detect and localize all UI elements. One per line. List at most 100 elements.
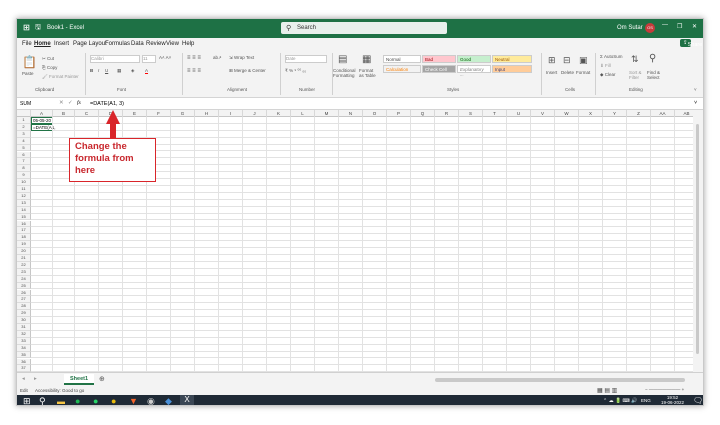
style-check-cell[interactable]: Check Cell — [422, 65, 456, 73]
accessibility-status[interactable]: Accessibility: Good to go — [35, 388, 84, 393]
format-table-button[interactable]: Format as Table — [359, 68, 379, 78]
format-painter-button[interactable]: 🖌 Format Painter — [42, 74, 79, 80]
row-header[interactable]: 32 — [17, 330, 31, 338]
delete-cells-icon[interactable]: ⊟ — [563, 55, 571, 66]
tab-review[interactable]: Review — [146, 41, 166, 47]
column-header[interactable]: I — [219, 110, 243, 117]
search-box[interactable]: ⚲ Search — [281, 22, 447, 34]
format-cells-button[interactable]: Format — [576, 70, 590, 75]
tab-home[interactable]: Home — [34, 41, 51, 47]
row-header[interactable]: 30 — [17, 317, 31, 324]
row-header[interactable]: 2 — [17, 123, 31, 131]
column-header[interactable]: X — [579, 110, 603, 117]
align-top-icon[interactable]: ≡ ≡ ≡ — [187, 55, 201, 61]
cut-button[interactable]: ✂ Cut — [42, 56, 54, 62]
orientation-icon[interactable]: ab↗ — [213, 55, 222, 61]
save-icon[interactable]: 🖫 — [35, 23, 41, 34]
paste-icon[interactable]: 📋 — [22, 55, 37, 69]
column-header[interactable]: E — [123, 110, 147, 117]
find-select-button[interactable]: Find & Select — [647, 70, 663, 80]
paste-button[interactable]: Paste — [22, 71, 34, 76]
style-calculation[interactable]: Calculation — [383, 65, 421, 73]
format-table-icon[interactable]: ▦ — [362, 54, 371, 65]
cell-a1[interactable]: 05-05-20 — [31, 117, 53, 124]
view-buttons-icon[interactable]: ▦ ▤ ▥ — [597, 387, 617, 394]
clear-button[interactable]: ◆ Clear — [600, 72, 615, 78]
font-size-select[interactable]: 11 — [142, 55, 156, 63]
row-header[interactable]: 7 — [17, 158, 31, 166]
close-icon[interactable]: ✕ — [692, 23, 697, 30]
row-header[interactable]: 8 — [17, 165, 31, 173]
fill-button[interactable]: ⬇ Fill — [600, 63, 611, 69]
column-header[interactable]: H — [195, 110, 219, 117]
row-header[interactable]: 10 — [17, 179, 31, 186]
tab-data[interactable]: Data — [131, 41, 144, 47]
scroll-thumb[interactable] — [696, 124, 699, 354]
row-header[interactable]: 37 — [17, 365, 31, 372]
column-header[interactable]: R — [435, 110, 459, 117]
borders-icon[interactable]: ▦ — [117, 68, 121, 74]
column-header[interactable]: L — [291, 110, 315, 117]
row-header[interactable]: 14 — [17, 206, 31, 214]
column-header[interactable]: Q — [411, 110, 435, 117]
row-header[interactable]: 35 — [17, 351, 31, 359]
column-header[interactable]: O — [363, 110, 387, 117]
merge-center-button[interactable]: ⊞ Merge & Center — [229, 68, 266, 74]
row-header[interactable]: 6 — [17, 151, 31, 159]
style-neutral[interactable]: Neutral — [492, 55, 532, 63]
column-header[interactable]: Z — [627, 110, 651, 117]
column-header[interactable]: P — [387, 110, 411, 117]
row-header[interactable]: 29 — [17, 310, 31, 318]
avatar[interactable]: OS — [645, 23, 655, 33]
row-header[interactable]: 11 — [17, 186, 31, 193]
chrome-icon[interactable]: ● — [111, 396, 116, 405]
select-all-corner[interactable] — [17, 110, 31, 117]
row-header[interactable]: 25 — [17, 282, 31, 290]
vscode-icon[interactable]: ◆ — [165, 396, 172, 405]
number-format-select[interactable]: Date — [285, 55, 327, 63]
whatsapp-icon[interactable]: ● — [93, 396, 98, 405]
tab-file[interactable]: File — [22, 41, 32, 47]
style-explanatory[interactable]: Explanatory ... — [457, 65, 491, 77]
row-header[interactable]: 13 — [17, 199, 31, 207]
align-left-icon[interactable]: ≡ ≡ ≡ — [187, 68, 201, 74]
tray-icons[interactable]: ⌃ ☁ 🔋 ⌨ 🔊 — [603, 398, 637, 404]
prev-sheet-icon[interactable]: ◂ — [22, 376, 25, 382]
row-header[interactable]: 34 — [17, 344, 31, 352]
tab-formulas[interactable]: Formulas — [105, 41, 130, 47]
row-header[interactable]: 1 — [17, 117, 31, 124]
fill-color-icon[interactable]: ◈ — [131, 68, 134, 74]
column-header[interactable]: T — [483, 110, 507, 117]
tab-help[interactable]: Help — [182, 41, 194, 47]
row-header[interactable]: 23 — [17, 268, 31, 276]
italic-button[interactable]: I — [98, 68, 99, 73]
search-taskbar-icon[interactable]: ⚲ — [39, 396, 46, 405]
tab-page-layout[interactable]: Page Layout — [73, 41, 107, 47]
column-header[interactable]: F — [147, 110, 171, 117]
font-grow-icon[interactable]: A˄ A˅ — [159, 55, 171, 60]
enter-icon[interactable]: ✓ — [68, 100, 73, 106]
cancel-icon[interactable]: ✕ — [59, 100, 64, 106]
collapse-ribbon-icon[interactable]: ˅ — [694, 87, 697, 92]
row-header[interactable]: 20 — [17, 248, 31, 255]
insert-cells-icon[interactable]: ⊞ — [548, 55, 556, 66]
format-cells-icon[interactable]: ▣ — [579, 55, 588, 66]
row-header[interactable]: 26 — [17, 289, 31, 297]
next-sheet-icon[interactable]: ▸ — [34, 376, 37, 382]
currency-icon[interactable]: ₹ % ⁹ ⁰⁰ ₀₀ — [285, 68, 306, 74]
row-header[interactable]: 31 — [17, 324, 31, 331]
row-header[interactable]: 12 — [17, 192, 31, 200]
style-bad[interactable]: Bad — [422, 55, 456, 63]
language[interactable]: ENG — [641, 398, 651, 403]
minimize-icon[interactable]: — — [662, 22, 668, 28]
tab-view[interactable]: View — [166, 41, 179, 47]
column-header[interactable]: C — [75, 110, 99, 117]
delete-cells-button[interactable]: Delete — [561, 70, 574, 75]
sheet-tab-sheet1[interactable]: Sheet1 — [64, 374, 95, 385]
column-header[interactable]: B — [53, 110, 75, 117]
style-normal[interactable]: Normal — [383, 55, 421, 63]
style-good[interactable]: Good — [457, 55, 491, 63]
autosum-button[interactable]: Σ AutoSum — [600, 54, 623, 59]
conditional-formatting-button[interactable]: Conditional Formatting — [333, 68, 357, 78]
row-header[interactable]: 21 — [17, 255, 31, 262]
